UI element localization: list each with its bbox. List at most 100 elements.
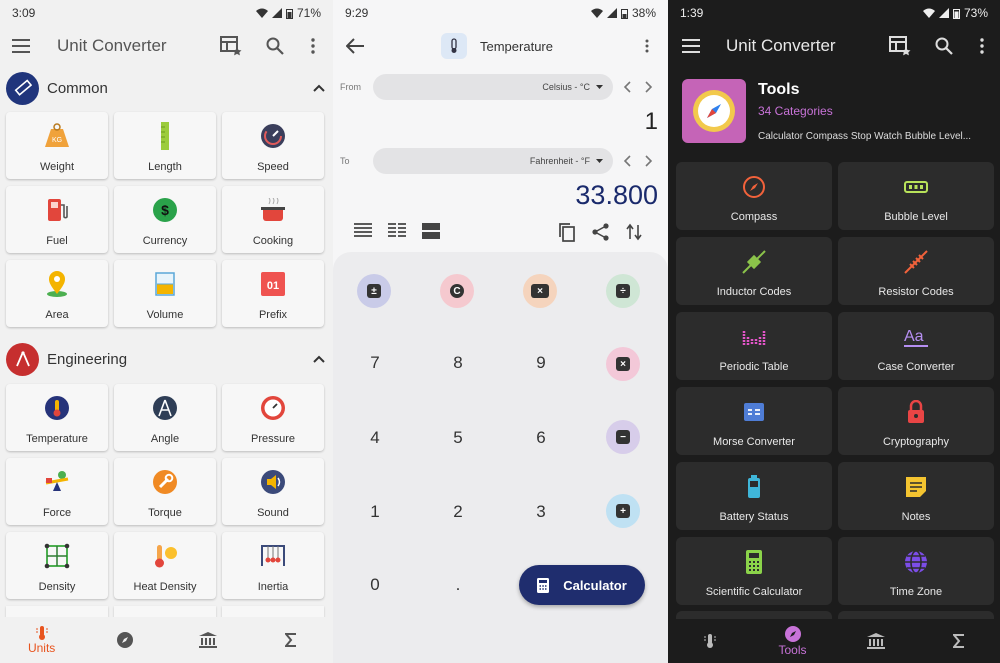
key-5[interactable]: 5 [438,418,478,458]
key-4[interactable]: 4 [355,418,395,458]
battery-icon [620,8,628,19]
key-1[interactable]: 1 [355,492,395,532]
column-view-icon[interactable] [387,222,407,240]
key-9[interactable]: 9 [521,343,561,383]
nav-tools[interactable] [83,617,166,663]
tool-morse-converter[interactable]: Morse Converter [676,387,832,455]
swap-icon[interactable] [625,222,643,242]
key-decimal[interactable]: . [438,565,478,605]
tool-notes[interactable]: Notes [838,462,994,530]
more-options-icon[interactable] [645,39,649,53]
tile-temperature[interactable]: Temperature [6,384,108,451]
tile-density[interactable]: Density [6,532,108,599]
share-icon[interactable] [591,222,611,242]
lock-icon [903,399,929,425]
menu-icon[interactable] [682,39,700,53]
divide-key[interactable]: ÷ [606,274,640,308]
tile-prefix[interactable]: 01 Prefix [222,260,324,327]
list-view-icon[interactable] [353,222,373,240]
section-header-engineering[interactable]: Engineering [6,339,325,379]
dropdown-arrow-icon [596,159,603,163]
tool-bubble-level[interactable]: Bubble Level [838,162,994,230]
tool-case-converter[interactable]: Aa Case Converter [838,312,994,380]
back-arrow-icon[interactable] [346,38,364,54]
tool-cryptography[interactable]: Cryptography [838,387,994,455]
backspace-key[interactable]: × [523,274,557,308]
chevron-right-icon[interactable] [645,81,653,93]
multiply-key[interactable]: × [606,347,640,381]
key-3[interactable]: 3 [521,492,561,532]
tool-label: Inductor Codes [716,286,792,298]
nav-units[interactable]: Units [0,617,83,663]
tool-resistor-codes[interactable]: Resistor Codes [838,237,994,305]
tool-time-zone[interactable]: Time Zone [838,537,994,605]
search-icon[interactable] [266,37,284,55]
drafting-compass-icon [6,342,39,376]
calculator-button[interactable]: Calculator [519,565,645,605]
chevron-up-icon[interactable] [313,355,325,363]
tile-fuel[interactable]: Fuel [6,186,108,253]
to-label: To [340,156,350,166]
chevron-up-icon[interactable] [313,84,325,92]
tile-sound[interactable]: Sound [222,458,324,525]
tile-cooking[interactable]: Cooking [222,186,324,253]
tool-compass[interactable]: Compass [676,162,832,230]
tile-pressure[interactable]: Pressure [222,384,324,451]
tile-heat-density[interactable]: Heat Density [114,532,216,599]
key-8[interactable]: 8 [438,343,478,383]
plus-key[interactable]: + [606,494,640,528]
from-value[interactable]: 1 [645,108,658,136]
more-options-icon[interactable] [311,38,315,54]
tool-scientific-calculator[interactable]: Scientific Calculator [676,537,832,605]
key-2[interactable]: 2 [438,492,478,532]
tool-inductor-codes[interactable]: Inductor Codes [676,237,832,305]
nav-bank[interactable] [167,617,250,663]
chevron-left-icon[interactable] [623,155,631,167]
plus-minus-icon: ± [367,284,381,298]
tile-torque[interactable]: Torque [114,458,216,525]
favorites-grid-icon[interactable] [889,36,911,56]
plus-minus-key[interactable]: ± [357,274,391,308]
nav-sum[interactable] [250,617,333,663]
sigma-icon [285,633,297,647]
key-7[interactable]: 7 [355,343,395,383]
tile-weight[interactable]: KG Weight [6,112,108,179]
nav-units[interactable] [668,619,751,663]
tools-description: Calculator Compass Stop Watch Bubble Lev… [758,131,972,142]
to-unit-select[interactable]: Fahrenheit - °F [373,148,613,174]
minus-key[interactable]: − [606,420,640,454]
tile-volume[interactable]: Volume [114,260,216,327]
key-0[interactable]: 0 [355,565,395,605]
nav-sum[interactable] [917,619,1000,663]
chevron-left-icon[interactable] [623,81,631,93]
tool-periodic-table[interactable]: Periodic Table [676,312,832,380]
tool-battery-status[interactable]: Battery Status [676,462,832,530]
status-bar: 9:29 38% [333,0,668,26]
clear-icon: C [450,284,464,298]
tile-inertia[interactable]: Inertia [222,532,324,599]
tile-speed[interactable]: Speed [222,112,324,179]
tile-area[interactable]: Area [6,260,108,327]
more-options-icon[interactable] [980,38,984,54]
tile-label: Area [45,309,69,321]
stacked-view-icon[interactable] [421,222,441,240]
copy-icon[interactable] [557,222,577,242]
tile-length[interactable]: Length [114,112,216,179]
nav-tools[interactable]: Tools [751,619,834,663]
from-unit-select[interactable]: Celsius - °C [373,74,613,100]
battery-icon [741,474,767,500]
tile-angle[interactable]: Angle [114,384,216,451]
chevron-right-icon[interactable] [645,155,653,167]
tile-force[interactable]: Force [6,458,108,525]
menu-icon[interactable] [12,39,30,53]
section-header-common[interactable]: Common [6,68,325,108]
search-icon[interactable] [935,37,953,55]
nav-bank[interactable] [834,619,917,663]
key-6[interactable]: 6 [521,418,561,458]
tile-currency[interactable]: $ Currency [114,186,216,253]
favorites-grid-icon[interactable] [220,36,242,56]
clear-key[interactable]: C [440,274,474,308]
tile-label: Prefix [258,309,288,321]
tile-label: Currency [142,235,188,247]
tools-screen: 1:39 73% Unit Converter Tools 34 Categor… [668,0,1000,663]
